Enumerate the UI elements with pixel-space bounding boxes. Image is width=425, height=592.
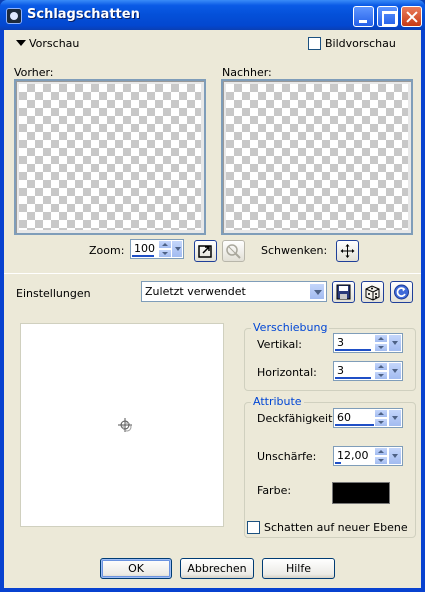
opacity-value: 60: [337, 411, 351, 424]
color-label: Farbe:: [257, 484, 292, 497]
preset-dropdown-arrow-icon[interactable]: [309, 283, 325, 300]
settings-label: Einstellungen: [16, 287, 91, 300]
random-settings-button[interactable]: [361, 281, 384, 303]
app-icon: [6, 8, 22, 24]
zoom-bar: [132, 255, 154, 257]
pan-button[interactable]: [336, 240, 359, 262]
zoom-value: 100: [134, 242, 155, 255]
crosshair-icon[interactable]: [117, 417, 133, 433]
window-title: Schlagschatten: [27, 7, 140, 22]
after-transparency-grid: [226, 84, 408, 230]
new-layer-label: Schatten auf neuer Ebene: [264, 521, 408, 534]
save-preset-button[interactable]: [332, 281, 355, 303]
pan-move-icon: [340, 244, 355, 258]
maximize-button[interactable]: [377, 6, 398, 27]
dialog-body: Vorschau Bildvorschau Vorher: Nachher: Z…: [4, 30, 421, 588]
blur-label: Unschärfe:: [257, 450, 317, 463]
preview-toggle-label[interactable]: Vorschau: [29, 37, 79, 50]
blur-spinner[interactable]: 12,00: [333, 446, 403, 466]
zoom-spinner[interactable]: 100: [130, 239, 184, 259]
blur-down-arrow-icon[interactable]: [374, 456, 388, 465]
blur-bar: [335, 462, 341, 464]
vertical-value: 3: [337, 336, 344, 349]
zoom-dropdown-icon[interactable]: [171, 240, 183, 258]
pan-label: Schwenken:: [261, 244, 328, 257]
reset-button[interactable]: [390, 281, 413, 303]
new-layer-checkbox[interactable]: [247, 521, 260, 534]
save-disk-icon: [336, 284, 351, 300]
opacity-label: Deckfähigkeit:: [257, 412, 337, 425]
horizontal-spinner[interactable]: 3: [333, 361, 403, 381]
title-bar[interactable]: Schlagschatten: [0, 0, 425, 30]
before-preview[interactable]: [14, 79, 206, 235]
opacity-bar: [335, 424, 375, 426]
ok-button[interactable]: OK: [100, 558, 172, 579]
horizontal-bar: [335, 377, 371, 379]
vertical-spinner[interactable]: 3: [333, 333, 403, 353]
horizontal-value: 3: [337, 364, 344, 377]
opacity-spinner[interactable]: 60: [333, 408, 403, 428]
horizontal-label: Horizontal:: [257, 366, 317, 379]
reset-arrow-icon: [394, 284, 409, 300]
vertical-bar: [335, 349, 371, 351]
opacity-dropdown-icon[interactable]: [388, 409, 402, 427]
after-label: Nachher:: [222, 66, 272, 79]
dialog-window: Schlagschatten Vorschau Bildvorschau Vor…: [0, 0, 425, 592]
blur-dropdown-icon[interactable]: [388, 447, 402, 465]
horizontal-down-arrow-icon[interactable]: [374, 371, 388, 380]
zoom-disabled-icon: [226, 244, 241, 259]
vertical-up-arrow-icon[interactable]: [374, 334, 388, 343]
preset-dropdown[interactable]: Zuletzt verwendet: [141, 281, 327, 302]
zoom-to-fit-button[interactable]: [194, 240, 217, 262]
offset-group-title: Verschiebung: [251, 321, 330, 334]
horizontal-dropdown-icon[interactable]: [388, 362, 402, 380]
opacity-down-arrow-icon[interactable]: [374, 418, 388, 427]
vertical-dropdown-icon[interactable]: [388, 334, 402, 352]
before-transparency-grid: [19, 84, 201, 230]
vertical-down-arrow-icon[interactable]: [374, 343, 388, 352]
zoom-down-arrow-icon[interactable]: [158, 249, 172, 258]
shadow-offset-canvas[interactable]: [20, 323, 224, 527]
zoom-up-arrow-icon[interactable]: [158, 240, 172, 249]
cancel-button[interactable]: Abbrechen: [180, 558, 254, 579]
opacity-up-arrow-icon[interactable]: [374, 409, 388, 418]
help-button[interactable]: Hilfe: [262, 558, 335, 579]
vertical-label: Vertikal:: [257, 338, 303, 351]
image-preview-label: Bildvorschau: [325, 37, 396, 50]
blur-up-arrow-icon[interactable]: [374, 447, 388, 456]
image-preview-checkbox[interactable]: [308, 37, 321, 50]
horizontal-up-arrow-icon[interactable]: [374, 362, 388, 371]
attributes-group-title: Attribute: [251, 395, 304, 408]
actual-size-button[interactable]: [222, 240, 245, 262]
zoom-label: Zoom:: [89, 244, 125, 257]
close-button[interactable]: [401, 6, 422, 27]
blur-value: 12,00: [337, 449, 369, 462]
minimize-button[interactable]: [353, 6, 374, 27]
preset-value: Zuletzt verwendet: [145, 285, 246, 298]
divider: [4, 273, 421, 274]
shadow-color-swatch[interactable]: [332, 482, 390, 504]
after-preview[interactable]: [221, 79, 413, 235]
zoom-fit-icon: [198, 245, 212, 258]
before-label: Vorher:: [14, 66, 54, 79]
collapse-arrow-icon[interactable]: [16, 40, 26, 46]
dice-icon: [365, 285, 380, 301]
